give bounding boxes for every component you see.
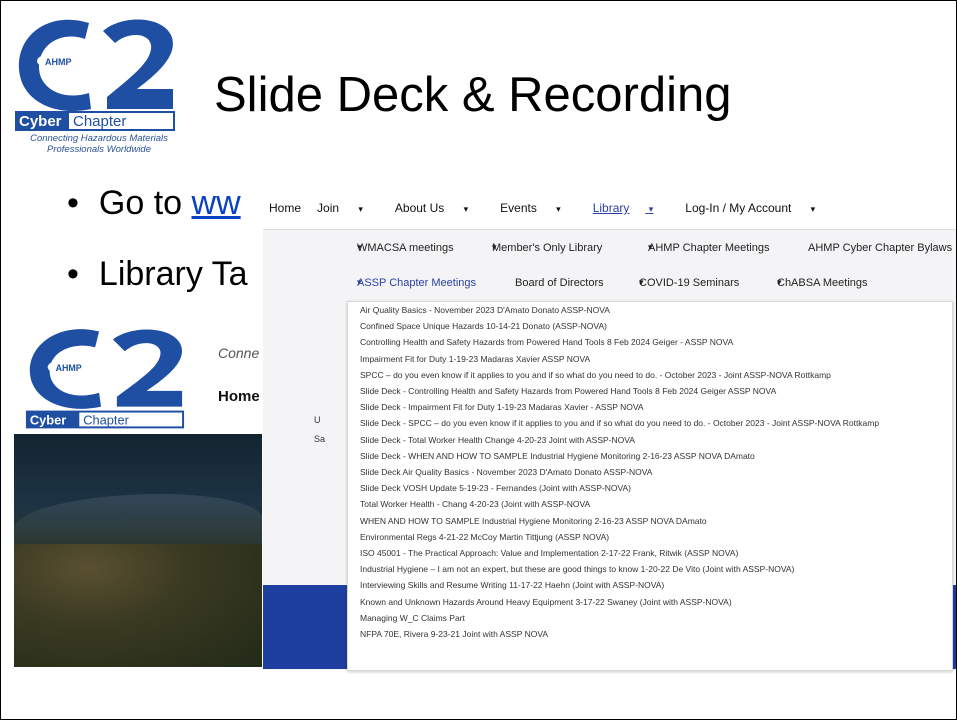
list-item[interactable]: Air Quality Basics - November 2023 D'Ama… [348, 302, 952, 318]
chevron-down-icon: ▾ [492, 242, 497, 252]
nav-join[interactable]: Join ▾ [317, 201, 379, 215]
nav-login[interactable]: Log-In / My Account ▾ [685, 201, 831, 215]
list-item[interactable]: SPCC – do you even know if it applies to… [348, 367, 952, 383]
list-item[interactable]: Known and Unknown Hazards Around Heavy E… [348, 594, 952, 610]
list-item[interactable]: NFPA 70E, Rivera 9-23-21 Joint with ASSP… [348, 626, 952, 642]
list-item[interactable]: Slide Deck - Controlling Health and Safe… [348, 383, 952, 399]
submenu-label: COVID-19 Seminars [639, 277, 740, 289]
nav-library-label: Library [592, 201, 630, 215]
page-text-fragment: Sa [314, 434, 326, 444]
nav-library[interactable]: Library ▾ [593, 201, 670, 215]
site-tagline: Conne [218, 345, 260, 361]
chevron-down-icon: ▾ [648, 242, 653, 252]
submenu-label: ASSP Chapter Meetings [357, 277, 477, 289]
chevron-down-icon: ▾ [357, 277, 362, 287]
slide: AHMP Cyber Chapter Connecting Hazardous … [0, 0, 957, 720]
list-item[interactable]: Environmental Regs 4-21-22 McCoy Martin … [348, 529, 952, 545]
site-cyber-text: Cyber [30, 412, 66, 427]
submenu-label: AHMP Chapter Meetings [648, 242, 770, 254]
chevron-down-icon: ▾ [357, 242, 362, 252]
submenu-label: Member's Only Library [492, 242, 603, 254]
submenu-label: WMACSA meetings [357, 242, 454, 254]
chevron-down-icon: ▾ [463, 204, 469, 214]
list-item[interactable]: Confined Space Unique Hazards 10-14-21 D… [348, 318, 952, 334]
list-item[interactable]: Industrial Hygiene – I am not an expert,… [348, 561, 952, 577]
submenu-label: Board of Directors [515, 277, 604, 289]
list-item[interactable]: Controlling Health and Safety Hazards fr… [348, 334, 952, 350]
bullet-goto-text: Go to [98, 184, 192, 222]
chevron-down-icon: ▾ [777, 277, 782, 287]
website-link[interactable]: ww [192, 184, 241, 222]
hero-landscape-image [14, 434, 262, 667]
nav-home[interactable]: Home [269, 201, 301, 215]
bullet-library-text: Library Ta [98, 255, 248, 293]
list-item[interactable]: Slide Deck - WHEN AND HOW TO SAMPLE Indu… [348, 448, 952, 464]
chevron-down-icon: ▾ [639, 277, 644, 287]
nav-events[interactable]: Events ▾ [500, 201, 577, 215]
bullet-dot-icon: • [67, 184, 79, 222]
website-screenshot: AHMP Cyber Chapter Conne Home [14, 311, 262, 667]
chevron-down-icon: ▾ [358, 204, 363, 214]
chevron-down-icon: ▾ [556, 204, 561, 214]
logo-tagline: Connecting Hazardous Materials Professio… [11, 133, 187, 155]
page-text-fragment: U [314, 415, 321, 425]
site-home-link[interactable]: Home [218, 388, 260, 405]
submenu-label: ChABSA Meetings [777, 277, 868, 289]
list-item[interactable]: Slide Deck VOSH Update 5-19-23 - Fernand… [348, 480, 952, 496]
site-nav-bar: Home Join ▾ About Us ▾ Events ▾ Library … [263, 187, 956, 229]
bullet-library: • Library Ta [67, 255, 248, 294]
list-item[interactable]: WHEN AND HOW TO SAMPLE Industrial Hygien… [348, 513, 952, 529]
nav-about-us[interactable]: About Us ▾ [395, 201, 484, 215]
list-item[interactable]: Interviewing Skills and Resume Writing 1… [348, 577, 952, 593]
bullet-goto: • Go to ww [67, 184, 241, 223]
bullet-dot-icon: • [67, 255, 79, 293]
nav-join-label: Join [317, 201, 340, 215]
slide-title: Slide Deck & Recording [214, 68, 732, 122]
logo-tagline-line1: Connecting Hazardous Materials [30, 133, 168, 144]
list-item[interactable]: Total Worker Health - Chang 4-20-23 (Joi… [348, 496, 952, 512]
list-item[interactable]: Slide Deck - Impairment Fit for Duty 1-1… [348, 399, 952, 415]
list-item[interactable]: Impairment Fit for Duty 1-19-23 Madaras … [348, 351, 952, 367]
ahmp-mark-text: AHMP [45, 57, 72, 67]
site-ahmp-text: AHMP [56, 363, 82, 373]
nav-login-label: Log-In / My Account [685, 201, 792, 215]
chevron-down-icon: ▾ [648, 204, 654, 214]
list-item[interactable]: Slide Deck Air Quality Basics - November… [348, 464, 952, 480]
site-chapter-text: Chapter [83, 412, 129, 427]
submenu-label: AHMP Cyber Chapter Bylaws [808, 242, 953, 254]
list-item[interactable]: Slide Deck - SPCC – do you even know if … [348, 415, 952, 431]
list-item[interactable]: Slide Deck - Total Worker Health Change … [348, 432, 952, 448]
list-item[interactable]: ISO 45001 - The Practical Approach: Valu… [348, 545, 952, 561]
logo-cyber-text: Cyber [19, 113, 62, 130]
site-logo: AHMP Cyber Chapter [25, 329, 185, 429]
nav-about-label: About Us [394, 201, 445, 215]
c2-logo-mark: AHMP Cyber Chapter [15, 19, 175, 131]
cyber-chapter-logo: AHMP Cyber Chapter Connecting Hazardous … [11, 9, 179, 159]
chevron-down-icon: ▾ [810, 204, 816, 214]
assp-meetings-dropdown-list: Air Quality Basics - November 2023 D'Ama… [347, 301, 953, 671]
nav-events-label: Events [500, 201, 537, 215]
logo-tagline-line2: Professionals Worldwide [46, 144, 151, 155]
list-item[interactable]: Managing W_C Claims Part [348, 610, 952, 626]
logo-chapter-text: Chapter [73, 113, 126, 130]
